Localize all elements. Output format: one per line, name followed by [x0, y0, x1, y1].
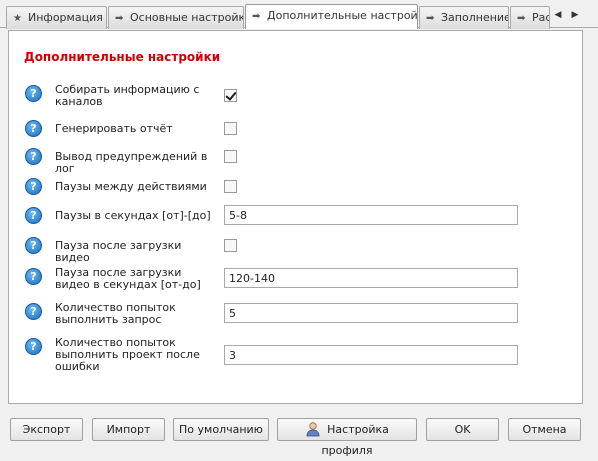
tab-truncated[interactable]: ➡ Рас — [510, 6, 550, 29]
tab-label: Основные настройки — [130, 11, 244, 24]
help-icon[interactable]: ? — [25, 268, 42, 285]
tab-scroll-right-icon[interactable]: ▶ — [567, 8, 583, 22]
default-button[interactable]: По умолчанию — [173, 418, 269, 441]
setting-label: Количество попыток выполнить запрос — [55, 301, 176, 326]
setting-label: Количество попыток выполнить проект посл… — [55, 336, 200, 373]
request-retries-input[interactable] — [224, 303, 518, 323]
tab-label: Рас — [532, 11, 550, 24]
pause-after-upload-seconds-input[interactable] — [224, 268, 518, 288]
setting-label: Пауза после загрузки видео в секундах [о… — [55, 266, 201, 291]
help-icon[interactable]: ? — [25, 207, 42, 224]
setting-label: Генерировать отчёт — [55, 122, 173, 135]
star-icon: ★ — [13, 13, 22, 24]
setting-label: Собирать информацию с каналов — [55, 83, 200, 108]
profile-settings-button[interactable]: Настройка профиля — [277, 418, 417, 457]
footer-bar: Экспорт Импорт По умолчанию Настройка пр… — [0, 412, 598, 457]
setting-label: Вывод предупреждений в лог — [55, 150, 208, 175]
tab-scroll-left-icon[interactable]: ◀ — [550, 8, 566, 22]
pauses-checkbox[interactable] — [224, 180, 237, 193]
help-icon[interactable]: ? — [25, 237, 42, 254]
setting-label: Паузы между действиями — [55, 180, 207, 193]
help-icon[interactable]: ? — [25, 303, 42, 320]
tab-strip: ★ Информация ➡ Основные настройки ➡ Дополни… — [0, 0, 598, 29]
tab-main-settings[interactable]: ➡ Основные настройки — [108, 6, 244, 29]
arrow-right-icon: ➡ — [517, 13, 526, 24]
settings-panel: Дополнительные настройки ? Собирать инфо… — [8, 30, 583, 404]
arrow-right-icon: ➡ — [252, 11, 261, 22]
ok-button[interactable]: OK — [426, 418, 499, 441]
collect-info-checkbox[interactable] — [224, 89, 237, 102]
arrow-right-icon: ➡ — [426, 13, 435, 24]
pause-after-upload-checkbox[interactable] — [224, 239, 237, 252]
tab-label: Информация — [28, 11, 103, 24]
help-icon[interactable]: ? — [25, 148, 42, 165]
import-button[interactable]: Импорт — [92, 418, 165, 441]
tab-label: Дополнительные настройки — [267, 9, 418, 22]
arrow-right-icon: ➡ — [115, 13, 124, 24]
tab-additional-settings[interactable]: ➡ Дополнительные настройки — [245, 4, 418, 29]
project-retries-input[interactable] — [224, 345, 518, 365]
tab-filling[interactable]: ➡ Заполнение — [419, 6, 509, 29]
section-title: Дополнительные настройки — [24, 50, 221, 64]
cancel-button[interactable]: Отмена — [508, 418, 581, 441]
tab-information[interactable]: ★ Информация — [6, 6, 107, 29]
pause-seconds-input[interactable] — [224, 205, 518, 225]
export-button[interactable]: Экспорт — [10, 418, 83, 441]
help-icon[interactable]: ? — [25, 338, 42, 355]
help-icon[interactable]: ? — [25, 85, 42, 102]
user-icon — [305, 421, 321, 437]
log-warnings-checkbox[interactable] — [224, 150, 237, 163]
setting-label: Пауза после загрузки видео — [55, 239, 182, 264]
tab-label: Заполнение — [441, 11, 509, 24]
help-icon[interactable]: ? — [25, 178, 42, 195]
help-icon[interactable]: ? — [25, 120, 42, 137]
generate-report-checkbox[interactable] — [224, 122, 237, 135]
setting-label: Паузы в секундах [от]-[до] — [55, 209, 211, 222]
profile-settings-label: Настройка профиля — [321, 423, 389, 457]
